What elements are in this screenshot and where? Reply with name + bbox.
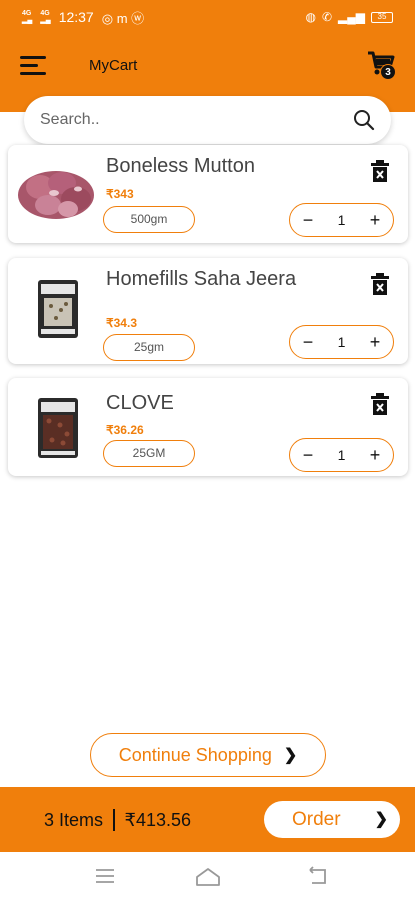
quantity-stepper: − 1 +	[289, 438, 394, 472]
item-price: ₹34.3	[106, 316, 137, 330]
jeera-pack-image	[36, 278, 80, 345]
checkout-bar: 3 Items ₹413.56 Order ❯	[0, 787, 415, 852]
wifi-icon: ◍	[305, 10, 316, 24]
cart-button[interactable]: 3	[366, 50, 400, 82]
status-bar: 4G ▂▄ 4G ▂▄ 12:37 ◎ m ⓦ ◍ ✆ ▂▄▆ 35	[0, 0, 415, 34]
page-title: MyCart	[89, 57, 138, 74]
chevron-right-icon: ❯	[374, 811, 388, 828]
delete-item-button[interactable]	[370, 272, 390, 296]
item-price: ₹36.26	[106, 423, 144, 437]
quantity-value: 1	[337, 447, 346, 463]
clove-pack-image	[36, 396, 80, 465]
decrease-button[interactable]: −	[299, 333, 317, 351]
chevron-right-icon: ❯	[283, 747, 298, 764]
item-price: ₹343	[106, 187, 134, 201]
item-unit[interactable]: 500gm	[103, 206, 195, 233]
cart-total: ₹413.56	[124, 809, 192, 830]
mutton-image	[16, 159, 98, 230]
system-nav-bar	[0, 852, 415, 900]
quantity-stepper: − 1 +	[289, 203, 394, 237]
trash-icon	[371, 160, 389, 182]
cart-item-card: Homefills Saha Jeera ₹34.3 25gm − 1 +	[8, 258, 408, 364]
home-button[interactable]	[194, 866, 222, 893]
cart-summary: 3 Items ₹413.56	[44, 809, 191, 831]
signal-icon: ▂▄▆	[338, 10, 365, 24]
decrease-button[interactable]: −	[299, 211, 317, 229]
trash-icon	[371, 273, 389, 295]
back-button[interactable]	[306, 866, 330, 891]
delete-item-button[interactable]	[370, 392, 390, 416]
item-unit[interactable]: 25GM	[103, 440, 195, 467]
battery-icon: 35	[371, 11, 393, 23]
item-name: Homefills Saha Jeera	[106, 268, 297, 290]
item-name: Boneless Mutton	[106, 155, 255, 177]
continue-shopping-label: Continue Shopping	[118, 744, 272, 765]
quantity-value: 1	[337, 212, 346, 228]
menu-icon[interactable]	[20, 56, 46, 76]
quantity-stepper: − 1 +	[289, 325, 394, 359]
delete-item-button[interactable]	[370, 159, 390, 183]
network-indicator-2: 4G ▂▄	[40, 10, 51, 24]
trash-icon	[371, 393, 389, 415]
search-bar	[24, 96, 391, 144]
quantity-value: 1	[337, 334, 346, 350]
menu-lines-icon	[96, 869, 114, 883]
cart-item-card: CLOVE ₹36.26 25GM − 1 +	[8, 378, 408, 476]
network-indicator-1: 4G ▂▄	[22, 10, 33, 24]
summary-divider	[113, 809, 115, 831]
item-name: CLOVE	[106, 392, 174, 414]
increase-button[interactable]: +	[366, 446, 384, 464]
increase-button[interactable]: +	[366, 211, 384, 229]
decrease-button[interactable]: −	[299, 446, 317, 464]
search-input[interactable]	[40, 111, 353, 129]
continue-shopping-button[interactable]: Continue Shopping ❯	[90, 733, 326, 777]
increase-button[interactable]: +	[366, 333, 384, 351]
order-label: Order	[292, 808, 341, 830]
recents-button[interactable]	[94, 866, 116, 891]
home-icon	[196, 868, 220, 886]
status-time: 12:37	[58, 9, 94, 25]
item-count: 3 Items	[44, 809, 104, 830]
search-icon[interactable]	[353, 109, 375, 131]
cart-count-badge: 3	[380, 64, 396, 80]
back-icon	[309, 866, 326, 884]
volte-icon: ✆	[321, 10, 333, 24]
order-button[interactable]: Order ❯	[264, 801, 400, 838]
cart-item-card: Boneless Mutton ₹343 500gm − 1 +	[8, 145, 408, 243]
notification-icons: ◎ m ⓦ	[101, 10, 145, 26]
item-unit[interactable]: 25gm	[103, 334, 195, 361]
